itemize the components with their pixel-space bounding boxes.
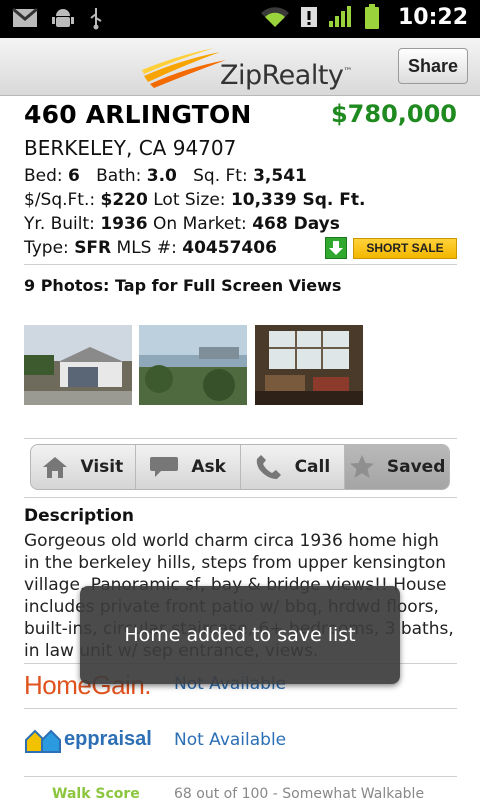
divider [24,776,457,777]
star-icon [349,455,374,478]
eppraisal-value: Not Available [174,730,287,750]
type-mls: Type: SFR MLS #: 40457406 SHORT SALE [24,236,457,262]
photos-title[interactable]: 9 Photos: Tap for Full Screen Views [24,276,341,295]
saved-button[interactable]: Saved [345,445,449,489]
alert-icon [300,7,317,27]
price-per-sqft-lot: $/Sq.Ft.: $220 Lot Size: 10,339 Sq. Ft. [24,190,366,210]
visit-button[interactable]: Visit [31,445,136,489]
logo-text: ZipRealty™ [220,60,352,91]
listing-details: 460 ARLINGTON $780,000 BERKELEY, CA 9470… [24,96,457,262]
walkscore-row[interactable]: Walk Score 68 out of 100 - Somewhat Walk… [24,786,457,800]
divider [24,264,457,265]
divider [24,497,457,498]
divider [24,708,457,709]
beds-baths-sqft: Bed: 6 Bath: 3.0 Sq. Ft: 3,541 [24,166,307,186]
price-down-icon [325,237,347,259]
android-debug-icon [52,9,74,27]
photo-thumbnail[interactable] [139,325,247,405]
eppraisal-houses-icon [25,729,61,753]
listing-city: BERKELEY, CA 94707 [24,136,237,160]
toast-message: Home added to save list [80,586,400,684]
eppraisal-row[interactable]: eppraisal Not Available [24,720,457,764]
walkscore-logo: Walk Score [52,786,140,800]
phone-icon [256,455,281,479]
speech-bubble-icon [150,457,179,477]
action-bar: Visit Ask Call Saved [30,444,450,490]
short-sale-badge: SHORT SALE [353,237,457,259]
app-header: ZipRealty™ Share [0,38,480,96]
usb-icon [90,8,102,30]
call-button[interactable]: Call [241,445,346,489]
photo-thumbnail[interactable] [255,325,363,405]
signal-icon [328,6,351,27]
gmail-icon [12,7,38,27]
status-bar: 10:22 [0,0,480,38]
clock: 10:22 [397,4,468,30]
share-button[interactable]: Share [398,48,468,84]
description-title: Description [24,506,134,526]
home-icon [43,457,68,478]
ziprealty-logo: ZipRealty™ [140,46,352,91]
listing-price: $780,000 [330,100,457,128]
ask-button[interactable]: Ask [136,445,241,489]
eppraisal-logo: eppraisal [64,728,152,750]
logo-swoosh-icon [142,48,226,88]
wifi-icon [260,7,289,27]
walkscore-value: 68 out of 100 - Somewhat Walkable [174,786,425,800]
year-built-market: Yr. Built: 1936 On Market: 468 Days [24,214,340,234]
battery-icon [364,4,379,29]
photo-thumbnail[interactable] [24,325,132,405]
divider [24,438,457,439]
